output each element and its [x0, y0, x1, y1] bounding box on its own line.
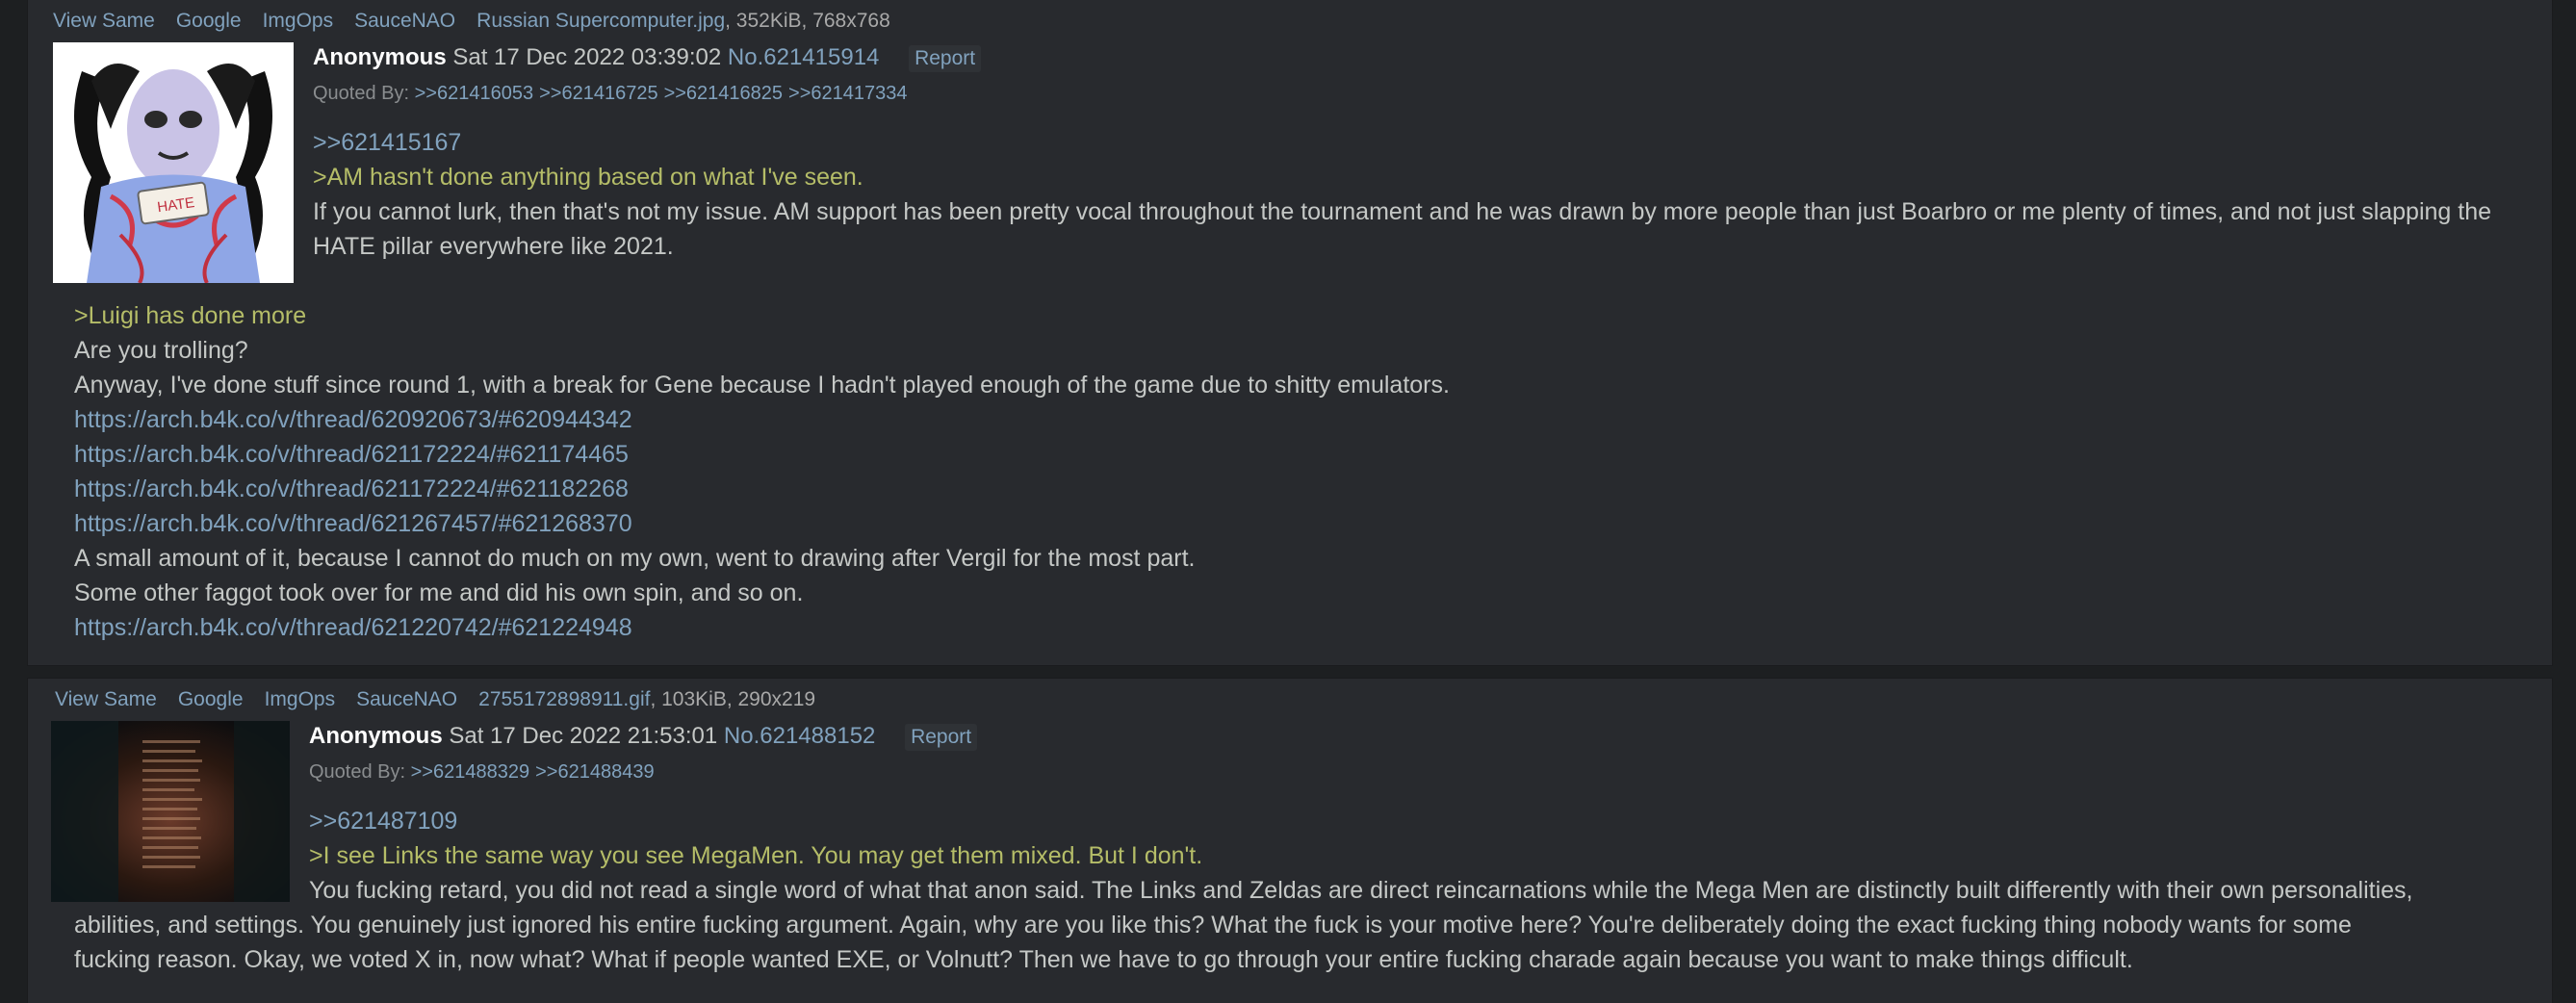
post-header: Anonymous Sat 17 Dec 2022 21:53:01 No.62…	[309, 723, 978, 751]
post-message-continued: >Luigi has done more Are you trolling? A…	[74, 298, 2529, 645]
report-button[interactable]: Report	[909, 45, 982, 72]
post-message: >>621415167 >AM hasn't done anything bas…	[313, 125, 2527, 264]
quoted-by: Quoted By: >>621488329 >>621488439	[309, 761, 660, 784]
quoted-by-label: Quoted By:	[313, 83, 410, 104]
file-name-link[interactable]: Russian Supercomputer.jpg	[477, 10, 725, 32]
quoted-by-label: Quoted By:	[309, 761, 406, 783]
greentext-line: >Luigi has done more	[74, 302, 307, 329]
archive-link[interactable]: https://arch.b4k.co/v/thread/621220742/#…	[74, 610, 2529, 645]
message-line: Anyway, I've done stuff since round 1, w…	[74, 372, 1450, 399]
post-date: Sat 17 Dec 2022 21:53:01	[449, 723, 718, 749]
saucenao-link[interactable]: SauceNAO	[354, 10, 455, 32]
google-link[interactable]: Google	[176, 10, 242, 32]
post-message: >>621487109 >I see Links the same way yo…	[309, 804, 2523, 908]
report-button[interactable]: Report	[905, 724, 978, 751]
message-line: abilities, and settings. You genuinely j…	[74, 912, 2352, 939]
imgops-link[interactable]: ImgOps	[263, 10, 334, 32]
backlink[interactable]: >>621416825	[664, 83, 783, 104]
archive-link[interactable]: https://arch.b4k.co/v/thread/621172224/#…	[74, 472, 2529, 506]
message-line: A small amount of it, because I cannot d…	[74, 545, 1196, 572]
quoted-by: Quoted By: >>621416053 >>621416725 >>62141…	[313, 83, 914, 105]
saucenao-link[interactable]: SauceNAO	[356, 688, 457, 710]
imgops-link[interactable]: ImgOps	[265, 688, 336, 710]
robot-figure-image: HATE	[53, 42, 294, 283]
greentext-line: >I see Links the same way you see MegaMe…	[309, 842, 1203, 869]
post-date: Sat 17 Dec 2022 03:39:02	[452, 44, 722, 70]
post-message-continued: abilities, and settings. You genuinely j…	[74, 908, 2538, 977]
message-line: Some other faggot took over for me and d…	[74, 579, 804, 606]
backlink[interactable]: >>621417334	[788, 83, 907, 104]
dark-wall-image	[51, 721, 290, 902]
post-621415914: View Same Google ImgOps SauceNAO Russian Sup…	[27, 0, 2553, 666]
reply-quote-link[interactable]: >>621415167	[313, 125, 2527, 160]
poster-name: Anonymous	[309, 723, 443, 749]
poster-name: Anonymous	[313, 44, 447, 70]
backlink[interactable]: >>621488329	[411, 761, 529, 783]
archive-link[interactable]: https://arch.b4k.co/v/thread/621172224/#…	[74, 437, 2529, 472]
message-line: You fucking retard, you did not read a s…	[309, 877, 2413, 904]
post-thumbnail[interactable]	[51, 721, 290, 902]
backlink[interactable]: >>621488439	[535, 761, 654, 783]
post-header: Anonymous Sat 17 Dec 2022 03:39:02 No.62…	[313, 44, 982, 72]
file-meta: , 352KiB, 768x768	[725, 10, 890, 32]
file-meta: , 103KiB, 290x219	[650, 688, 816, 710]
post-number[interactable]: No.621488152	[724, 723, 875, 749]
view-same-link[interactable]: View Same	[53, 10, 155, 32]
archive-link[interactable]: https://arch.b4k.co/v/thread/621267457/#…	[74, 506, 2529, 541]
reply-quote-link[interactable]: >>621487109	[309, 804, 2523, 838]
view-same-link[interactable]: View Same	[55, 688, 157, 710]
message-line: Are you trolling?	[74, 337, 248, 364]
message-line: fucking reason. Okay, we voted X in, now…	[74, 946, 2133, 973]
post-number[interactable]: No.621415914	[728, 44, 879, 70]
greentext-line: >AM hasn't done anything based on what I…	[313, 164, 863, 191]
post-thumbnail[interactable]: HATE	[53, 42, 294, 283]
backlink[interactable]: >>621416725	[539, 83, 657, 104]
file-name-link[interactable]: 2755172898911.gif	[478, 688, 650, 710]
archive-link[interactable]: https://arch.b4k.co/v/thread/620920673/#…	[74, 402, 2529, 437]
post-621488152: View Same Google ImgOps SauceNAO 27551728989…	[27, 678, 2553, 1003]
backlink[interactable]: >>621416053	[415, 83, 533, 104]
google-link[interactable]: Google	[178, 688, 244, 710]
file-info: View Same Google ImgOps SauceNAO Russian Sup…	[53, 10, 890, 33]
file-info: View Same Google ImgOps SauceNAO 27551728989…	[55, 688, 815, 711]
message-paragraph: If you cannot lurk, then that's not my i…	[313, 198, 2492, 260]
